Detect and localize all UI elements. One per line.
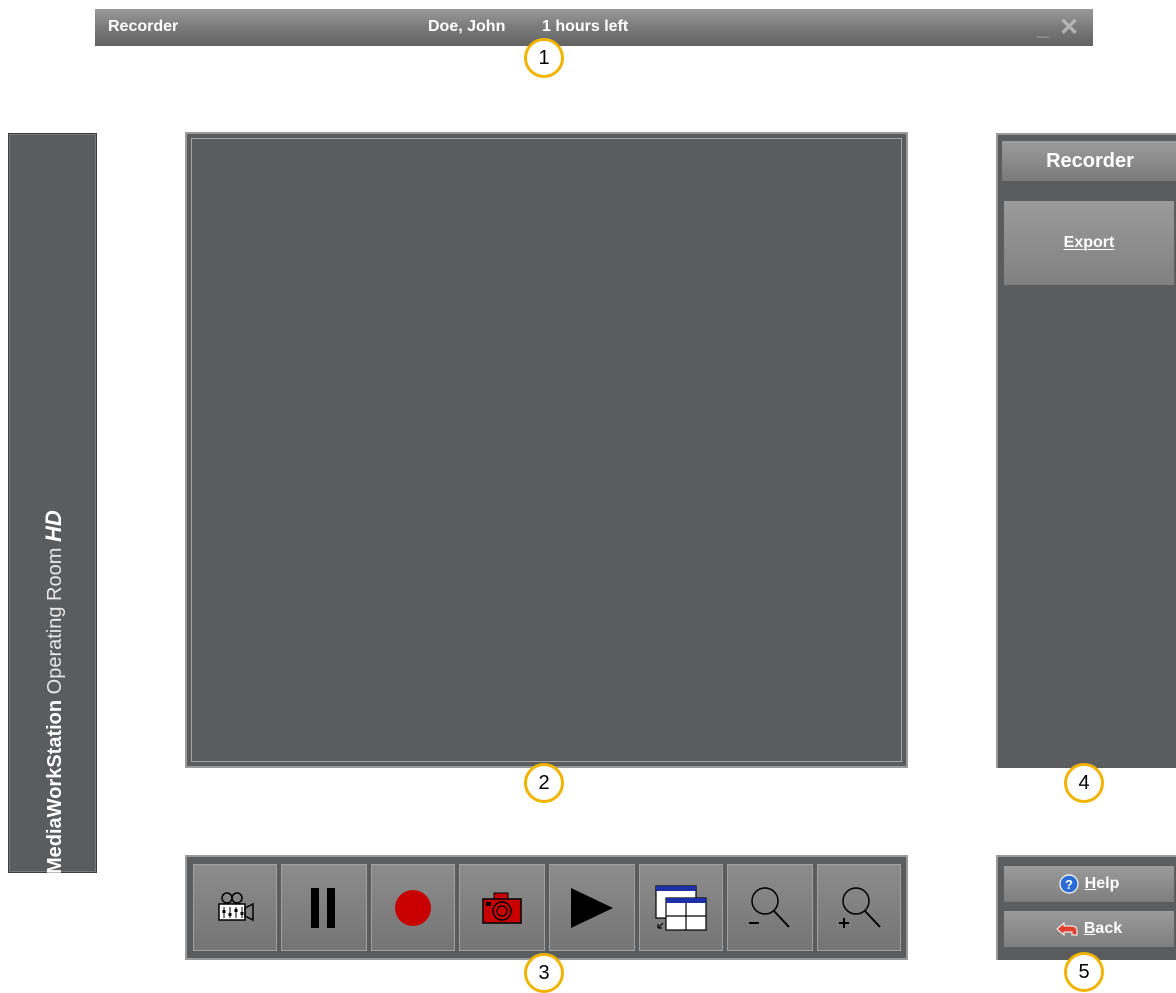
snapshot-button[interactable] xyxy=(459,864,545,951)
layout-button[interactable] xyxy=(639,864,723,951)
brand-subtitle: Operating Room xyxy=(44,542,66,700)
brand-panel: MediaWorkStation Operating Room HD xyxy=(8,133,97,874)
record-button[interactable] xyxy=(371,864,455,951)
brand-logo: MediaWorkStation Operating Room HD xyxy=(41,510,67,874)
recorder-panel: Recorder Export xyxy=(996,133,1176,768)
close-button[interactable]: ✕ xyxy=(1059,13,1079,42)
brand-hd: HD xyxy=(41,510,66,543)
patient-name: Doe, John xyxy=(428,18,506,35)
pause-icon xyxy=(311,887,335,928)
pause-button[interactable] xyxy=(281,864,367,951)
callout-4: 4 xyxy=(1064,763,1104,803)
callout-1: 1 xyxy=(524,38,564,78)
panel-header: Recorder xyxy=(1002,141,1176,181)
help-icon: ? xyxy=(1059,874,1079,894)
snapshot-camera-icon xyxy=(482,892,522,924)
app-title: Recorder xyxy=(108,18,179,35)
back-label: Back xyxy=(1083,920,1123,937)
play-button[interactable] xyxy=(549,864,635,951)
control-toolbar xyxy=(185,855,908,960)
zoom-in-button[interactable] xyxy=(817,864,901,951)
camera-settings-button[interactable] xyxy=(193,864,277,951)
callout-2: 2 xyxy=(524,763,564,803)
record-icon xyxy=(395,889,431,926)
minimize-button[interactable]: _ xyxy=(1037,15,1049,41)
camera-settings-icon xyxy=(218,891,254,921)
callout-5: 5 xyxy=(1064,952,1104,992)
play-icon xyxy=(571,887,613,928)
time-left: 1 hours left xyxy=(542,18,629,35)
zoom-out-icon xyxy=(749,886,790,928)
brand-name: MediaWorkStation xyxy=(44,699,66,874)
layout-windows-icon xyxy=(655,884,707,931)
back-arrow-icon xyxy=(1056,921,1078,937)
help-label: Help xyxy=(1084,875,1120,892)
export-button[interactable]: Export xyxy=(1004,201,1174,285)
export-label: Export xyxy=(1063,234,1115,251)
zoom-in-icon xyxy=(839,886,881,928)
svg-text:?: ? xyxy=(1065,877,1073,892)
zoom-out-button[interactable] xyxy=(727,864,813,951)
help-back-panel: ? Help Back xyxy=(996,855,1176,960)
callout-3: 3 xyxy=(524,953,564,993)
title-bar: Recorder Doe, John 1 hours left _ ✕ xyxy=(95,9,1093,46)
video-display[interactable] xyxy=(185,132,908,768)
help-button[interactable]: ? Help xyxy=(1004,866,1174,902)
back-button[interactable]: Back xyxy=(1004,911,1174,947)
